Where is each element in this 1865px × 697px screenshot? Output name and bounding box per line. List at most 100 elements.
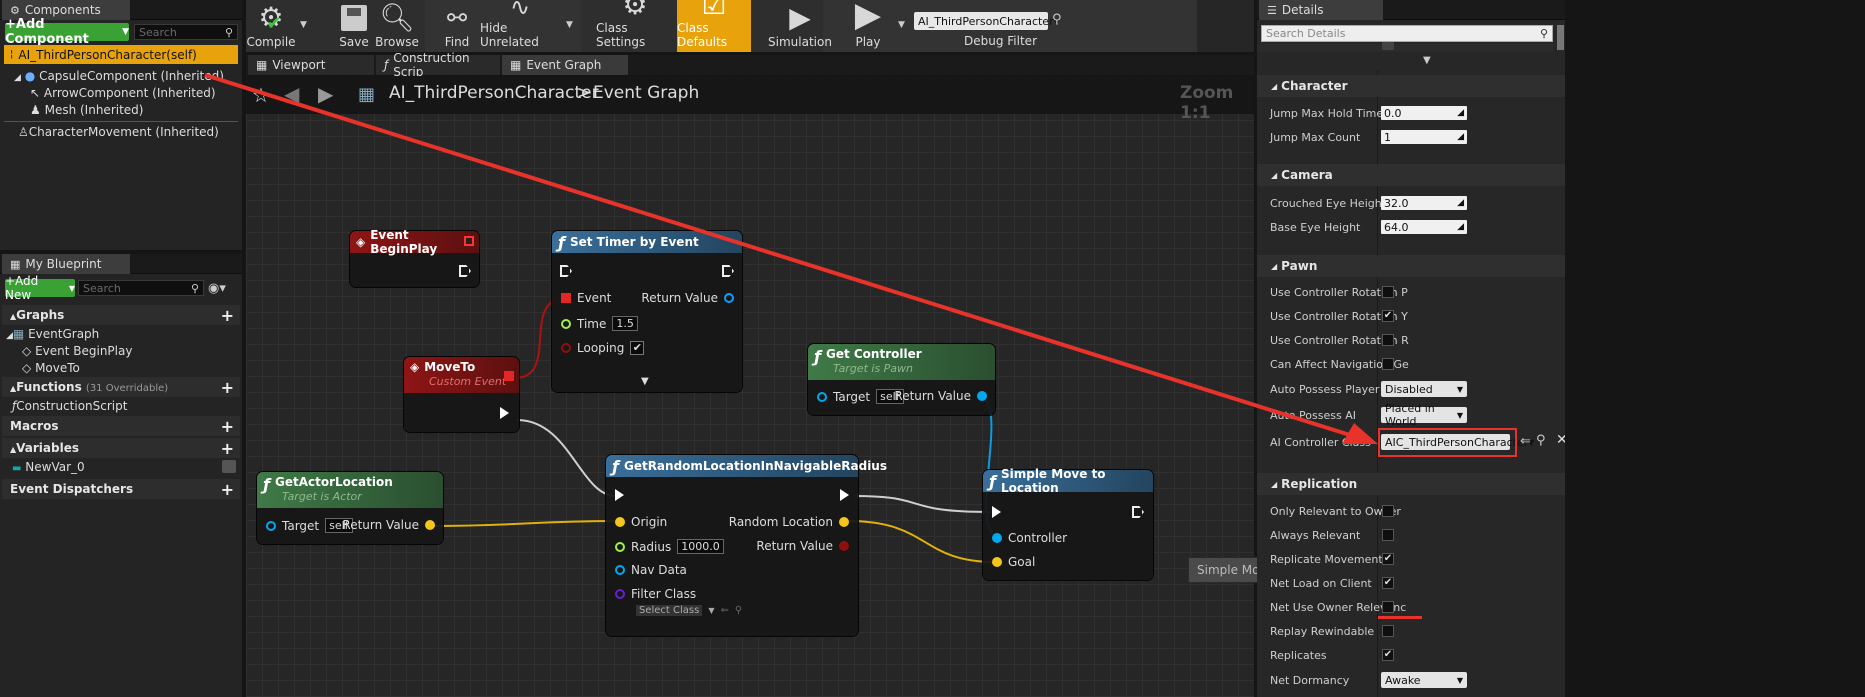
function-icon: ƒ — [263, 475, 270, 494]
target-pin[interactable]: Target self — [817, 389, 904, 404]
dropdown-arrow-icon: ▼ — [708, 606, 715, 615]
category-camera[interactable]: ◢ Camera — [1257, 164, 1565, 186]
net-owner-checkbox[interactable] — [1382, 601, 1394, 613]
tab-details[interactable]: ☰ Details — [1259, 0, 1383, 20]
object-pin-icon — [266, 520, 276, 531]
expand-advanced-icon[interactable]: ▼ — [641, 376, 649, 387]
dropdown-arrow-icon: ▼ — [1456, 675, 1463, 685]
wire-random-exec — [854, 495, 991, 513]
return-value-pin[interactable]: Return Value — [641, 291, 734, 305]
auto-possess-ai-select[interactable]: Placed in World ▼ — [1381, 402, 1467, 428]
class-pin-icon — [615, 589, 625, 599]
bool-pin-icon — [561, 343, 571, 353]
function-icon: ƒ — [814, 347, 821, 366]
exec-out-pin[interactable] — [1132, 506, 1144, 518]
category-pawn[interactable]: ◢ Pawn — [1257, 255, 1565, 277]
details-icon: ☰ — [1267, 3, 1277, 17]
auto-possess-player-select[interactable]: Disabled ▼ — [1381, 381, 1467, 397]
exec-out-pin[interactable] — [840, 489, 849, 501]
replay-rewindable-checkbox[interactable] — [1382, 625, 1394, 637]
ucr-pitch-checkbox[interactable] — [1382, 286, 1394, 298]
radius-value-input[interactable]: 1000.0 — [677, 539, 724, 554]
radius-pin[interactable]: Radius 1000.0 — [615, 539, 724, 554]
dropdown-arrow-icon: ▼ — [1456, 384, 1463, 394]
node-get-random-location[interactable]: ƒ GetRandomLocationInNavigableRadius Orig… — [606, 455, 887, 636]
target-pin[interactable]: Target self — [266, 518, 353, 533]
select-class-dropdown[interactable]: Select Class ▼ ⇐ ⚲ — [636, 605, 742, 616]
event-pin[interactable]: Event — [561, 291, 611, 305]
browse-icon[interactable]: ⚲ — [1536, 433, 1546, 448]
crouched-eye-input[interactable]: 32.0 ◢ — [1381, 196, 1467, 210]
goal-pin[interactable]: Goal — [992, 555, 1035, 569]
collapse-arrow-icon[interactable]: ▼ — [1423, 55, 1431, 66]
bool-return-pin[interactable]: Return Value — [756, 539, 849, 553]
only-owner-checkbox[interactable] — [1382, 505, 1394, 517]
can-affect-nav-checkbox[interactable] — [1382, 358, 1394, 370]
collapse-arrow-icon: ◢ — [1271, 479, 1278, 489]
return-value-pin[interactable]: Return Value — [894, 389, 987, 403]
use-selected-icon[interactable]: ⇐ — [1520, 434, 1531, 449]
node-event-beginplay[interactable]: ◈ Event BeginPlay — [350, 228, 479, 287]
node-simple-move[interactable]: ƒ Simple Move to Location Controller Goal — [983, 467, 1153, 580]
function-icon: ƒ — [989, 471, 996, 491]
filter-class-pin[interactable]: Filter Class — [615, 587, 696, 601]
exec-out-pin[interactable] — [500, 407, 509, 419]
object-pin-icon — [615, 565, 625, 575]
bool-pin-icon — [839, 541, 849, 551]
annotation-underline — [1378, 616, 1422, 619]
ucr-yaw-checkbox[interactable]: ✔ — [1382, 310, 1394, 322]
wire-random-goal — [847, 520, 996, 563]
replicates-checkbox[interactable]: ✔ — [1382, 649, 1394, 661]
origin-pin[interactable]: Origin — [615, 515, 667, 529]
controller-pin[interactable]: Controller — [992, 531, 1067, 545]
highlight-box — [1378, 428, 1517, 457]
object-pin-icon — [992, 533, 1002, 543]
dropdown-arrow-icon: ▼ — [1456, 410, 1463, 420]
details-search-input[interactable]: Search Details ⚲ — [1261, 25, 1553, 42]
exec-in-pin[interactable] — [615, 489, 624, 501]
node-get-actor-location[interactable]: ƒ GetActorLocation Target is Actor Target s… — [257, 472, 443, 544]
browse-icon[interactable]: ⚲ — [735, 605, 742, 616]
prop-net-owner: Net Use Owner Relevanc — [1270, 600, 1407, 614]
exec-in-pin[interactable] — [992, 506, 1001, 518]
node-get-controller[interactable]: ƒ Get Controller Target is Pawn Target self… — [808, 344, 995, 415]
spin-icon: ◢ — [1457, 132, 1464, 142]
replicate-movement-checkbox[interactable]: ✔ — [1382, 553, 1394, 565]
prop-only-owner: Only Relevant to Owner — [1270, 504, 1401, 518]
ucr-roll-checkbox[interactable] — [1382, 334, 1394, 346]
exec-out-pin[interactable] — [459, 265, 471, 277]
time-value-input[interactable]: 1.5 — [612, 316, 638, 331]
prop-can-affect-nav: Can Affect Navigation Ge — [1270, 357, 1409, 371]
collapse-arrow-icon: ◢ — [1271, 81, 1278, 91]
prop-ucr-yaw: Use Controller Rotation Y — [1270, 309, 1408, 323]
net-dormancy-select[interactable]: Awake ▼ — [1381, 672, 1467, 688]
vector-pin-icon — [839, 517, 849, 527]
event-diamond-icon: ◈ — [356, 235, 366, 249]
base-eye-input[interactable]: 64.0 ◢ — [1381, 220, 1467, 234]
exec-out-pin[interactable] — [722, 265, 734, 277]
looping-pin[interactable]: Looping ✔ — [561, 341, 645, 355]
net-load-checkbox[interactable]: ✔ — [1382, 577, 1394, 589]
clipped-row — [1257, 42, 1553, 52]
node-set-timer[interactable]: ƒ Set Timer by Event Event Return Value T… — [552, 231, 742, 392]
jump-count-input[interactable]: 1 ◢ — [1381, 130, 1467, 144]
node-moveto-event[interactable]: ◈ MoveTo Custom Event — [404, 357, 519, 432]
prop-replicate-movement: Replicate Movement — [1270, 552, 1383, 566]
looping-checkbox[interactable]: ✔ — [630, 341, 645, 355]
always-relevant-checkbox[interactable] — [1382, 529, 1394, 541]
delegate-square-icon — [561, 293, 571, 303]
category-character[interactable]: ◢ Character — [1257, 75, 1565, 97]
return-value-pin[interactable]: Return Value — [342, 518, 435, 532]
category-replication[interactable]: ◢ Replication — [1257, 473, 1565, 495]
function-icon: ƒ — [558, 232, 565, 252]
random-location-pin[interactable]: Random Location — [729, 515, 849, 529]
time-pin[interactable]: Time 1.5 — [561, 316, 638, 331]
delegate-pin-icon[interactable] — [504, 371, 514, 381]
nav-data-pin[interactable]: Nav Data — [615, 563, 687, 577]
delegate-pin-icon[interactable] — [464, 236, 474, 246]
object-pin-icon — [817, 391, 827, 402]
use-selected-icon[interactable]: ⇐ — [721, 605, 729, 616]
jump-hold-input[interactable]: 0.0 ◢ — [1381, 106, 1467, 120]
exec-in-pin[interactable] — [560, 265, 572, 277]
scrollbar-thumb[interactable] — [1557, 25, 1564, 50]
